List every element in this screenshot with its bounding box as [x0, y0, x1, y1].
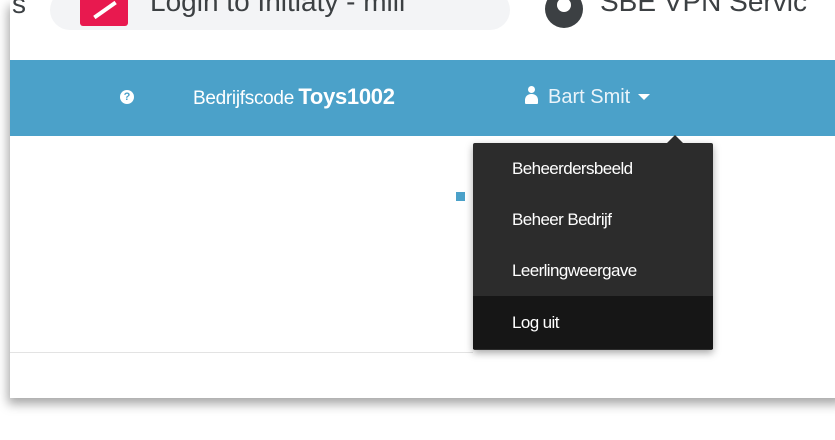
- vpn-favicon-icon: [545, 0, 583, 28]
- menu-item-leerlingweergave[interactable]: Leerlingweergave: [473, 245, 713, 296]
- app-window: s Login to Initiaty - mill SBE VPN Servi…: [10, 0, 835, 398]
- company-code: Bedrijfscode Toys1002: [193, 84, 395, 110]
- menu-item-beheer-bedrijf[interactable]: Beheer Bedrijf: [473, 194, 713, 245]
- menu-item-log-uit[interactable]: Log uit: [473, 296, 713, 349]
- bookmarks-bar: s Login to Initiaty - mill SBE VPN Servi…: [10, 0, 835, 40]
- user-icon: [524, 86, 538, 104]
- content-divider: [10, 352, 473, 353]
- user-name: Bart Smit: [548, 86, 631, 108]
- top-navbar: ? Bedrijfscode Toys1002 Bart Smit: [10, 60, 835, 136]
- user-dropdown-menu: Beheerdersbeeld Beheer Bedrijf Leerlingw…: [473, 135, 713, 350]
- loading-indicator: [456, 192, 465, 201]
- question-circle-icon[interactable]: ?: [120, 90, 134, 104]
- bookmark-fragment[interactable]: s: [12, 0, 26, 20]
- menu-item-beheerdersbeeld[interactable]: Beheerdersbeeld: [473, 143, 713, 194]
- bookmark-login[interactable]: Login to Initiaty - mill: [150, 0, 405, 18]
- user-menu-toggle[interactable]: Bart Smit: [524, 86, 651, 109]
- chevron-down-icon: [638, 94, 651, 100]
- company-code-value: Toys1002: [298, 84, 395, 109]
- company-code-label: Bedrijfscode: [193, 88, 294, 109]
- bookmark-vpn[interactable]: SBE VPN Servic: [600, 0, 807, 18]
- bookmark-favicon-icon: [80, 0, 128, 26]
